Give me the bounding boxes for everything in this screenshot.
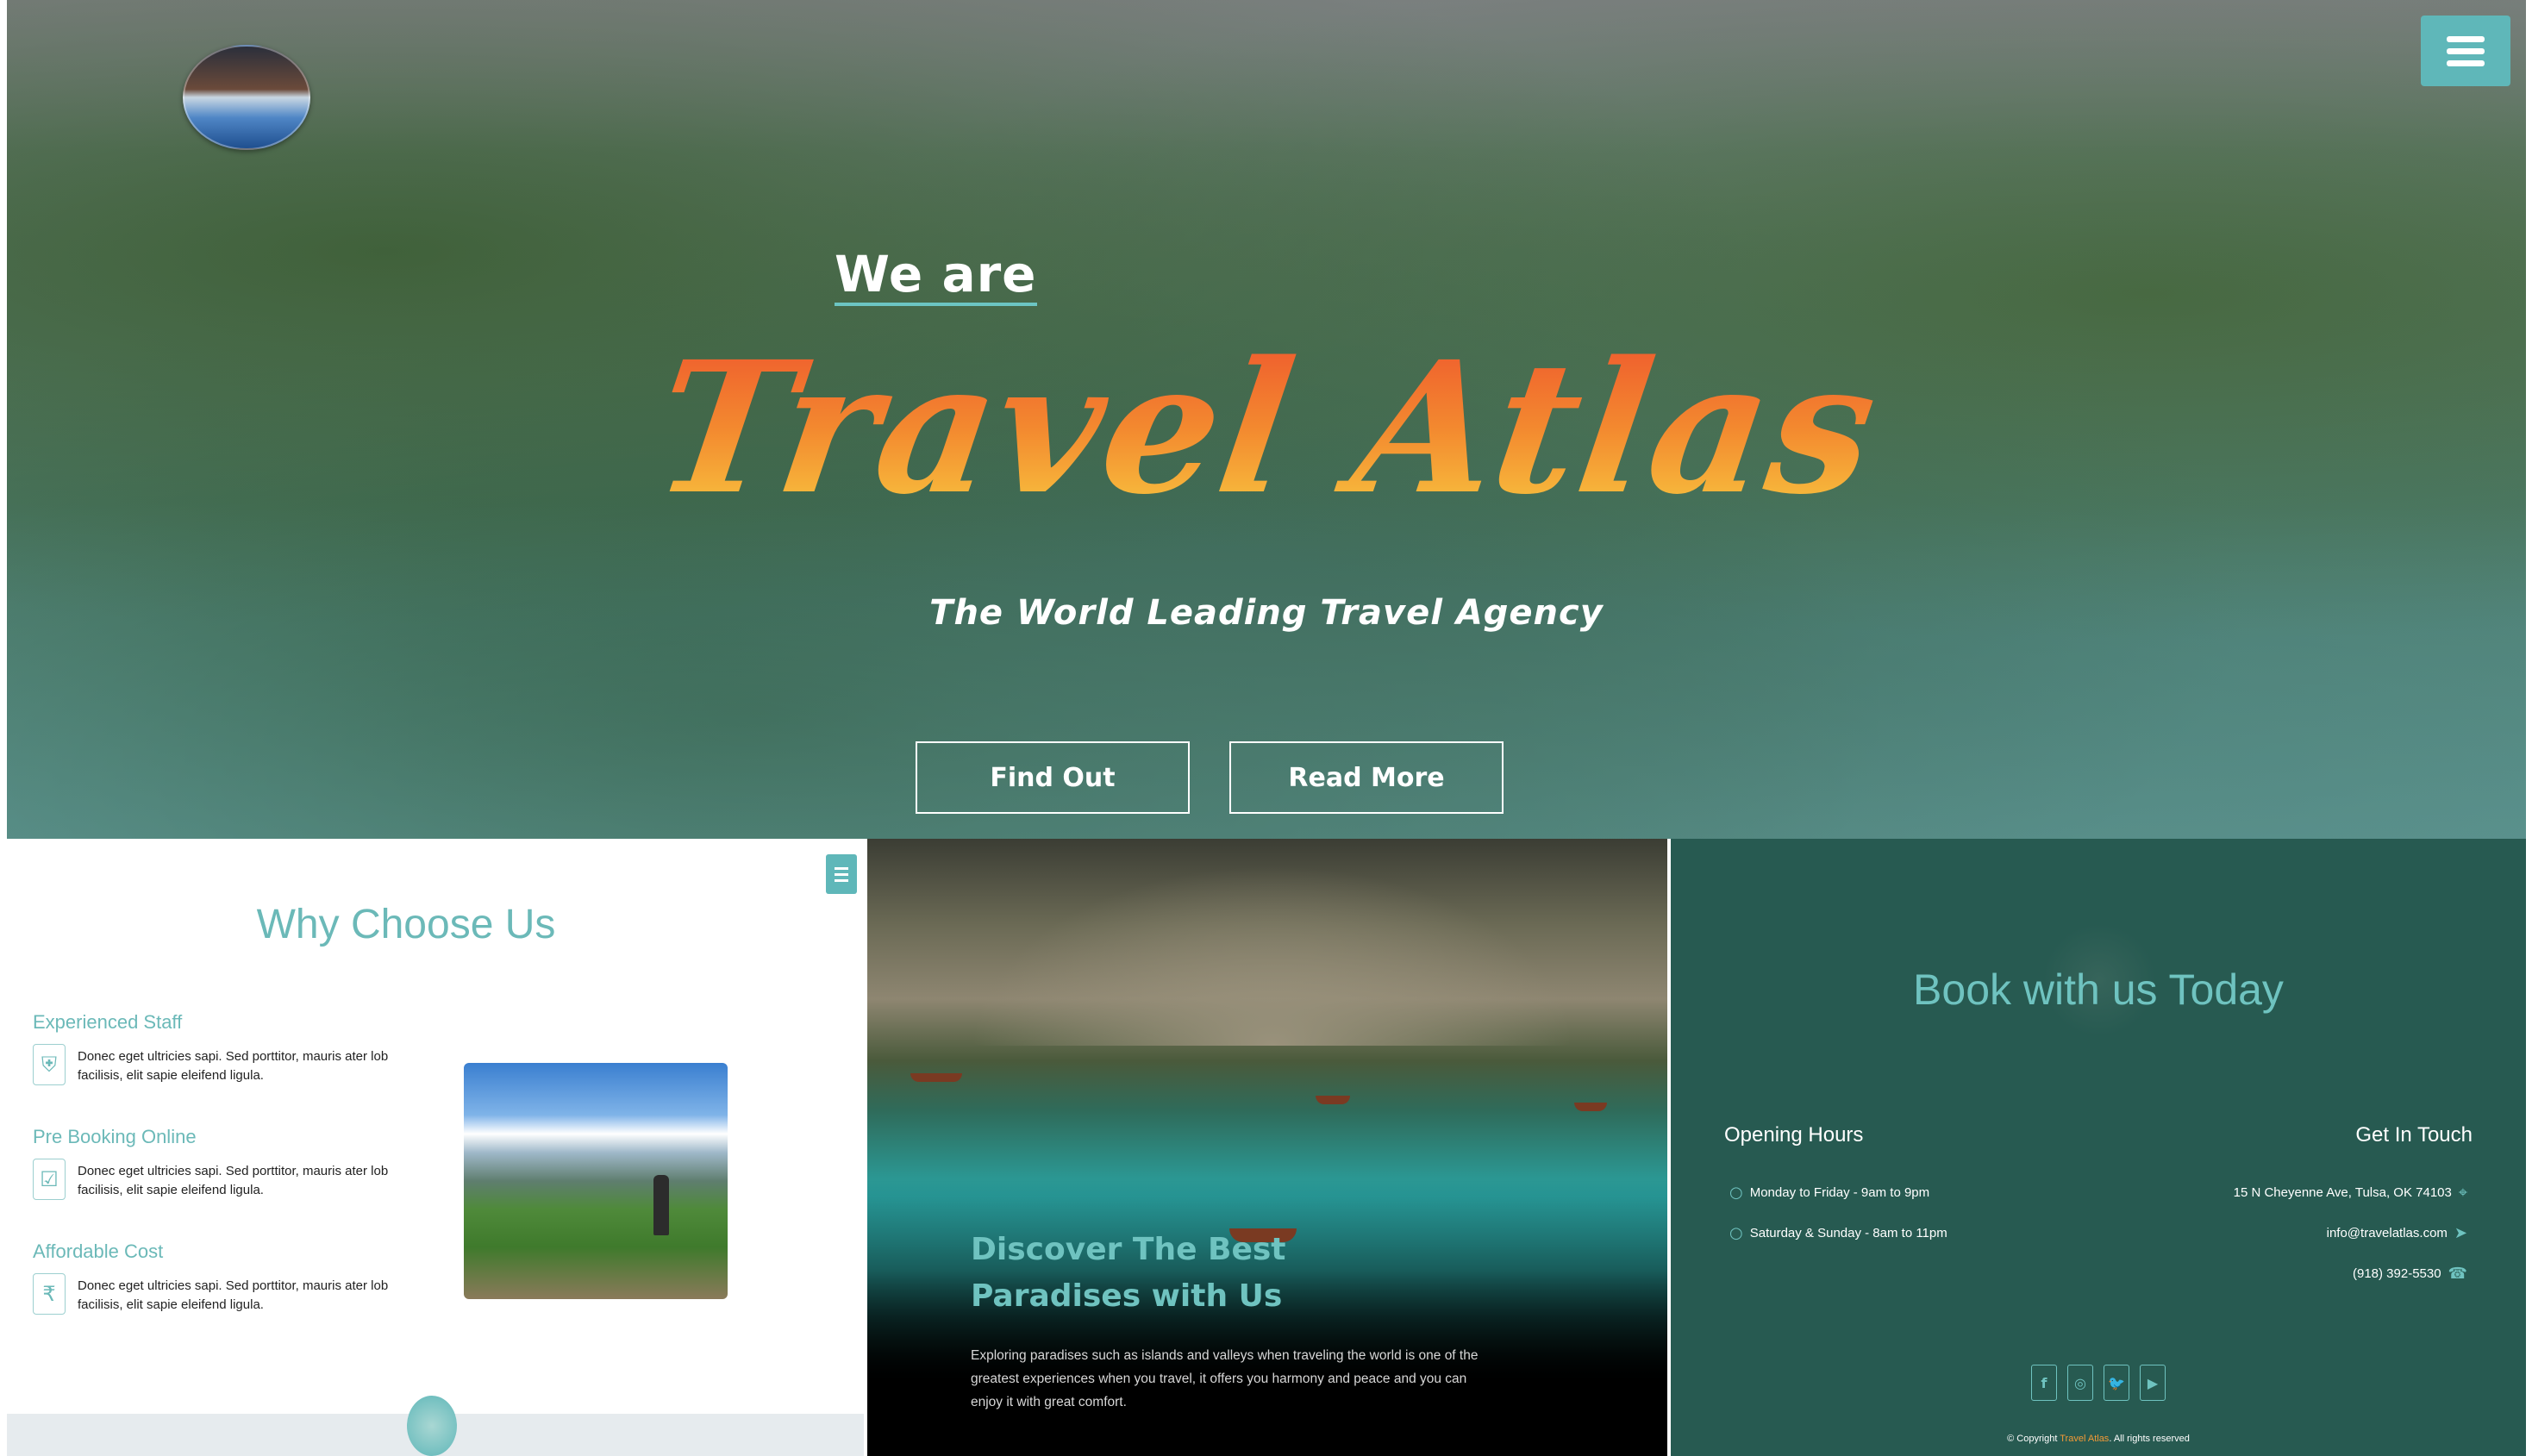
rupee-icon: ₹ bbox=[33, 1273, 66, 1315]
hiker-figure bbox=[653, 1175, 669, 1235]
hero-tagline: The World Leading Travel Agency bbox=[929, 593, 1604, 633]
discover-section: Discover The Best Paradises with Us Expl… bbox=[867, 839, 1667, 1456]
email-link[interactable]: info@travelatlas.com bbox=[2327, 1226, 2448, 1240]
feature-item: Experienced Staff ⛨ Donec eget ultricies… bbox=[33, 1011, 421, 1085]
read-more-button[interactable]: Read More bbox=[1229, 741, 1504, 814]
feature-text: Donec eget ultricies sapi. Sed porttitor… bbox=[78, 1049, 389, 1083]
boat bbox=[1316, 1096, 1350, 1104]
social-links: f ◎ 🐦 ▶ bbox=[2031, 1365, 2166, 1401]
boat bbox=[1574, 1103, 1607, 1111]
discover-text: Exploring paradises such as islands and … bbox=[971, 1348, 1479, 1409]
hours-text: Saturday & Sunday - 8am to 11pm bbox=[1749, 1226, 1947, 1240]
book-title: Book with us Today bbox=[1913, 965, 2284, 1014]
copyright-prefix: © Copyright bbox=[2007, 1434, 2060, 1444]
feature-title: Pre Booking Online bbox=[33, 1126, 197, 1147]
mini-menu-icon[interactable] bbox=[826, 854, 857, 894]
opening-hours-title: Opening Hours bbox=[1724, 1123, 1864, 1147]
shield-icon: ⛨ bbox=[33, 1044, 66, 1085]
instagram-icon[interactable]: ◎ bbox=[2067, 1365, 2093, 1401]
hero-we-are: We are bbox=[835, 248, 1037, 306]
phone-link[interactable]: (918) 392-5530 bbox=[2353, 1266, 2441, 1281]
copyright-suffix: . All rights reserved bbox=[2109, 1434, 2190, 1444]
clock-icon: ○ bbox=[1729, 1224, 1743, 1242]
youtube-icon[interactable]: ▶ bbox=[2140, 1365, 2166, 1401]
hamburger-menu-icon[interactable] bbox=[2421, 16, 2510, 86]
copyright-brand[interactable]: Travel Atlas bbox=[2060, 1434, 2109, 1444]
phone-icon: ☎ bbox=[2448, 1265, 2467, 1283]
phone-row[interactable]: (918) 392-5530 ☎ bbox=[2353, 1265, 2467, 1283]
find-out-button[interactable]: Find Out bbox=[916, 741, 1190, 814]
logo[interactable] bbox=[183, 45, 310, 150]
feature-text: Donec eget ultricies sapi. Sed porttitor… bbox=[78, 1164, 389, 1197]
hours-row: ○ Saturday & Sunday - 8am to 11pm bbox=[1729, 1224, 1947, 1242]
hours-row: ○ Monday to Friday - 9am to 9pm bbox=[1729, 1184, 1929, 1202]
why-title: Why Choose Us bbox=[256, 902, 556, 947]
address-text: 15 N Cheyenne Ave, Tulsa, OK 74103 bbox=[2233, 1185, 2452, 1200]
book-section: Book with us Today Opening Hours ○ Monda… bbox=[1671, 839, 2526, 1456]
feature-title: Experienced Staff bbox=[33, 1011, 183, 1033]
feature-item: Pre Booking Online ☑ Donec eget ultricie… bbox=[33, 1126, 421, 1200]
feature-title: Affordable Cost bbox=[33, 1240, 164, 1262]
why-choose-us-section: Why Choose Us Experienced Staff ⛨ Donec … bbox=[7, 839, 864, 1456]
copyright: © Copyright Travel Atlas. All rights res… bbox=[1671, 1434, 2526, 1444]
address-row: 15 N Cheyenne Ave, Tulsa, OK 74103 ⌖ bbox=[2234, 1184, 2467, 1202]
discover-title: Discover The Best Paradises with Us bbox=[971, 1232, 1286, 1314]
hero-title: Travel Atlas bbox=[7, 322, 2526, 534]
hero-section: We are Travel Atlas The World Leading Tr… bbox=[7, 0, 2526, 839]
twitter-icon[interactable]: 🐦 bbox=[2104, 1365, 2129, 1401]
footer-badge bbox=[407, 1396, 457, 1456]
hiker-photo bbox=[464, 1063, 728, 1299]
send-icon: ➤ bbox=[2454, 1224, 2467, 1242]
boat bbox=[910, 1073, 962, 1082]
mountain-backdrop bbox=[971, 865, 1574, 1046]
hours-text: Monday to Friday - 9am to 9pm bbox=[1749, 1185, 1930, 1200]
feature-text: Donec eget ultricies sapi. Sed porttitor… bbox=[78, 1278, 389, 1312]
feature-item: Affordable Cost ₹ Donec eget ultricies s… bbox=[33, 1240, 421, 1315]
page: We are Travel Atlas The World Leading Tr… bbox=[0, 0, 2532, 1456]
clock-icon: ○ bbox=[1729, 1184, 1743, 1202]
checkbox-icon: ☑ bbox=[33, 1159, 66, 1200]
facebook-icon[interactable]: f bbox=[2031, 1365, 2057, 1401]
get-in-touch-title: Get In Touch bbox=[2355, 1123, 2473, 1147]
map-pin-icon: ⌖ bbox=[2458, 1184, 2467, 1202]
email-row[interactable]: info@travelatlas.com ➤ bbox=[2327, 1224, 2467, 1242]
